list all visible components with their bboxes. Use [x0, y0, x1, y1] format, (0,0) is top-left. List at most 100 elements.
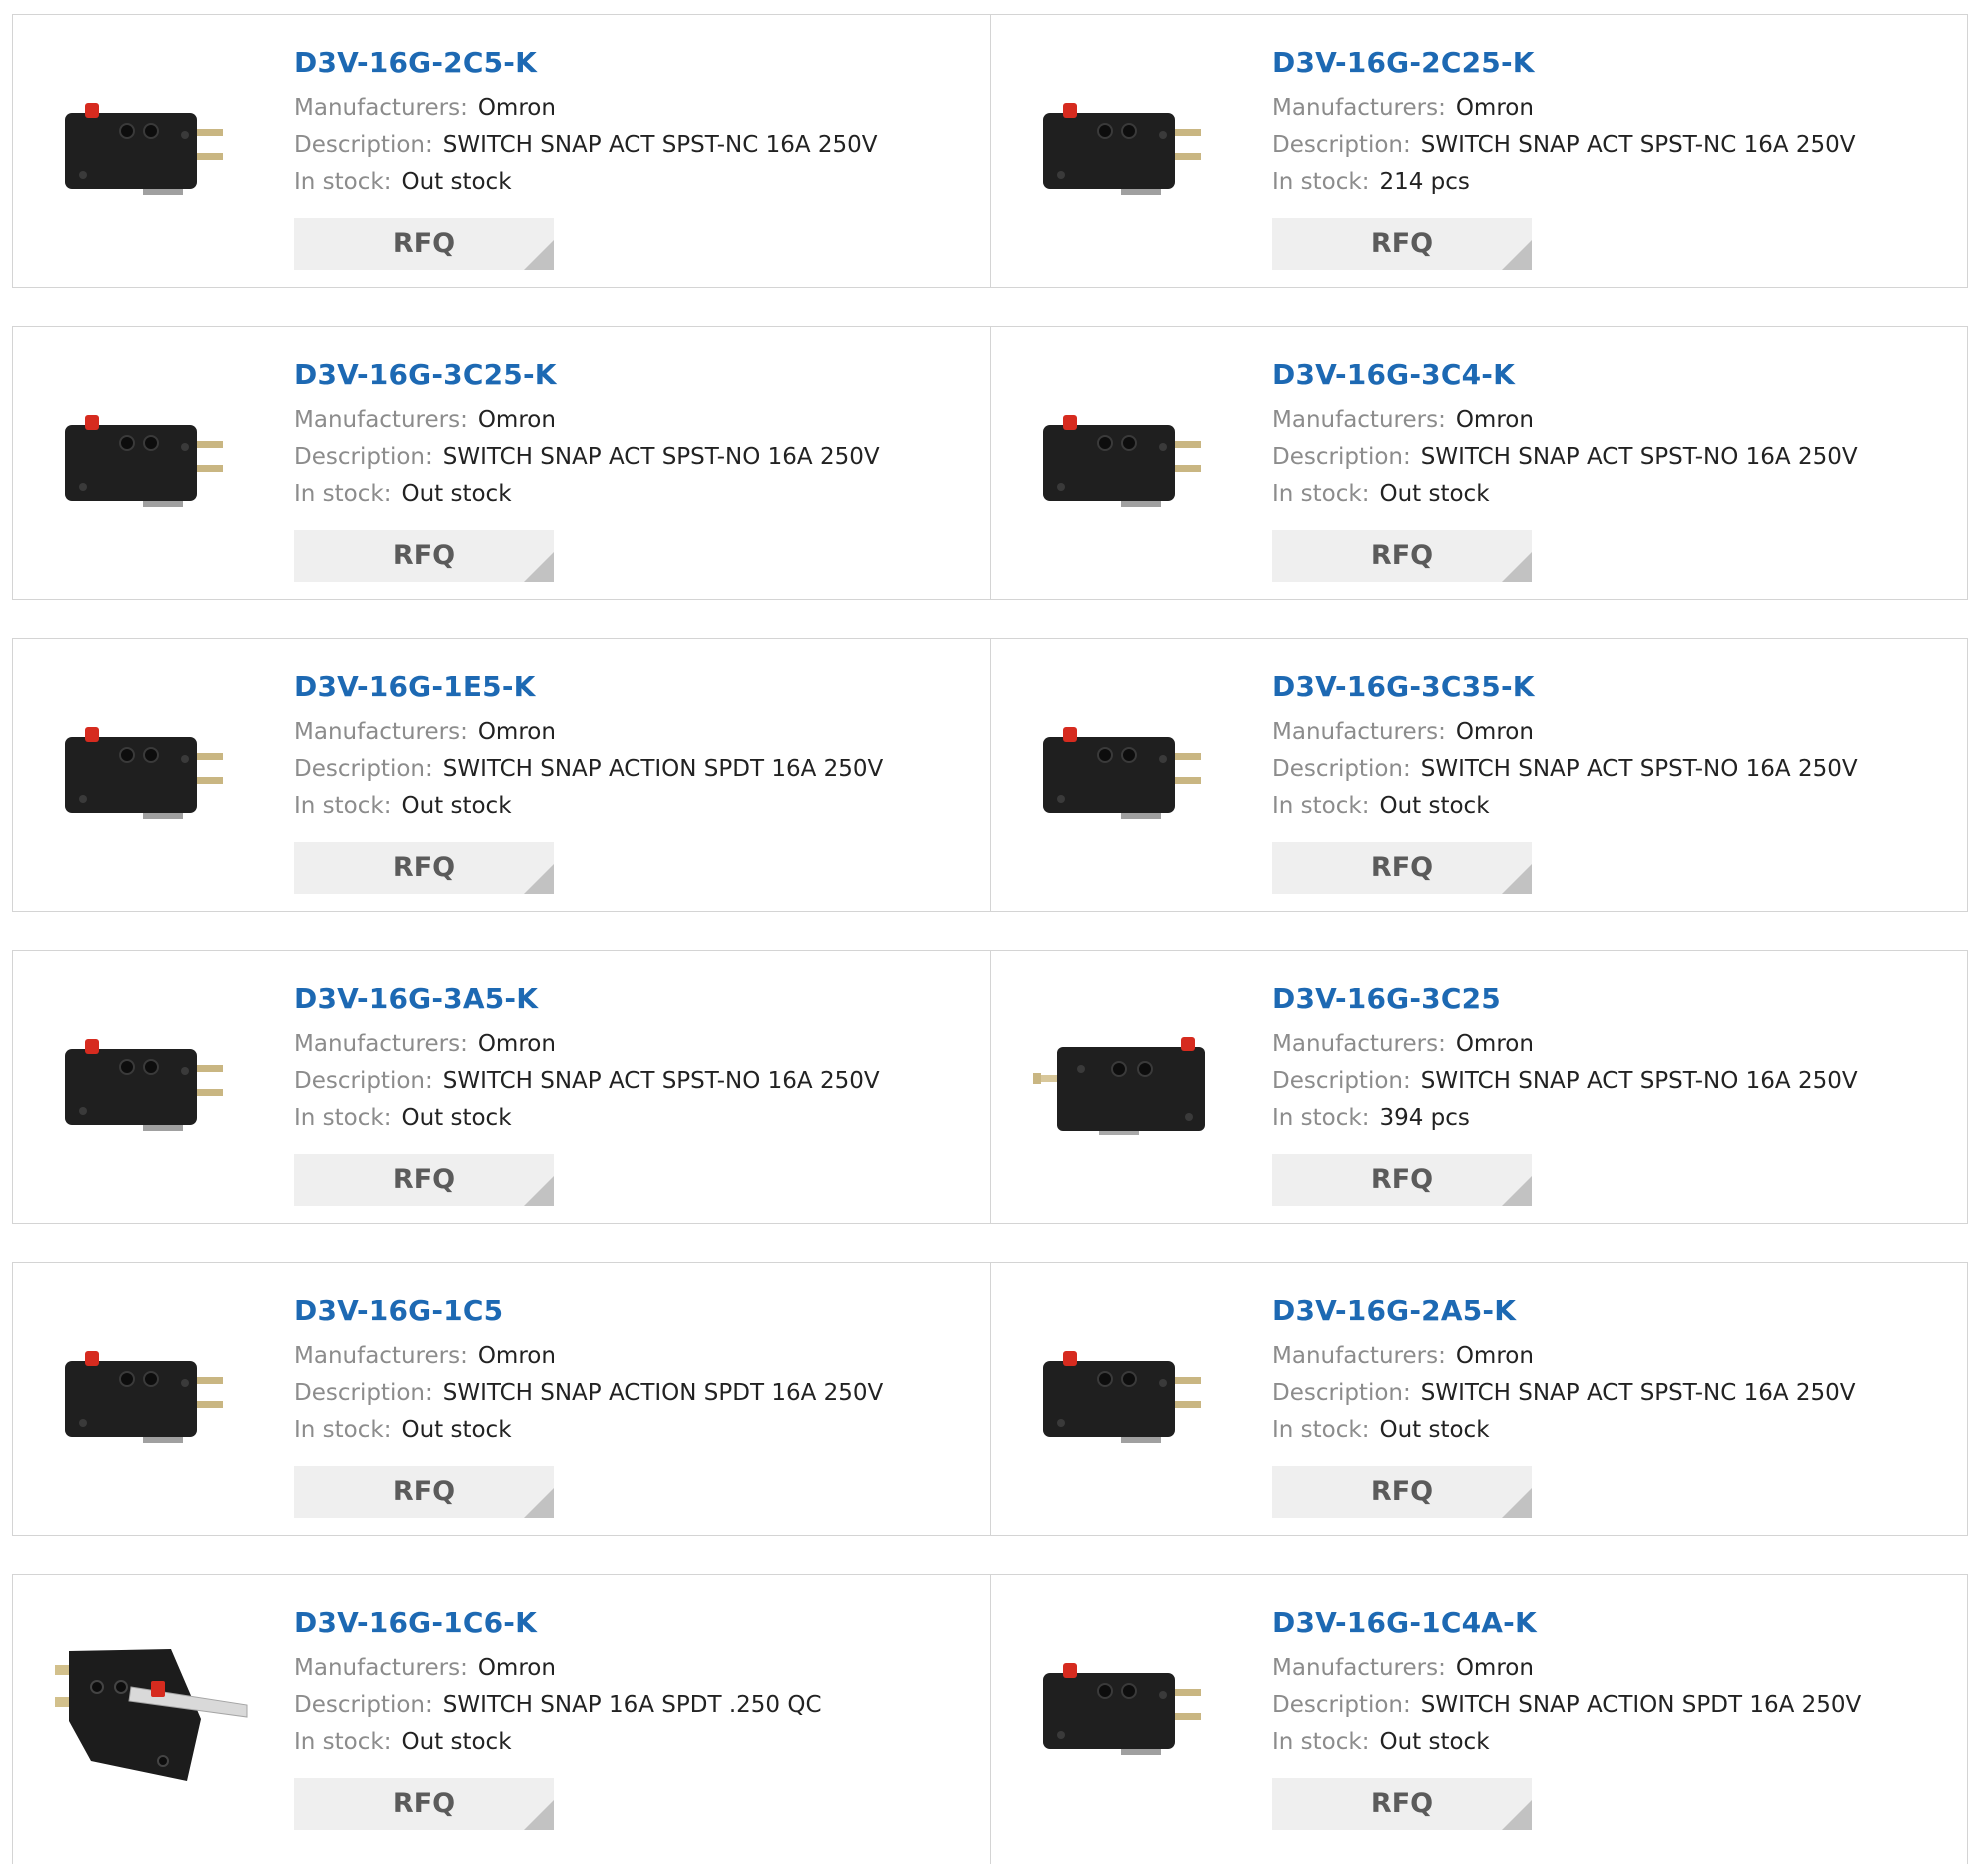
product-grid: D3V-16G-2C5-K Manufacturers: Omron Descript… — [12, 14, 1968, 1864]
rfq-label: RFQ — [392, 228, 456, 259]
product-info: D3V-16G-1C6-K Manufacturers: Omron Descript… — [294, 1603, 822, 1830]
rfq-label: RFQ — [1370, 1164, 1434, 1195]
product-info: D3V-16G-1C4A-K Manufacturers: Omron Descrip… — [1272, 1603, 1861, 1830]
manufacturer-value: Omron — [477, 95, 556, 121]
description-value: SWITCH SNAP ACT SPST-NC 16A 250V — [1420, 1380, 1856, 1406]
manufacturer-label: Manufacturers: — [294, 1343, 468, 1369]
rfq-button[interactable]: RFQ — [294, 1154, 554, 1206]
product-info: D3V-16G-1E5-K Manufacturers: Omron Descript… — [294, 667, 883, 894]
stock-row: In stock: 214 pcs — [1272, 164, 1856, 201]
rfq-button[interactable]: RFQ — [1272, 1778, 1532, 1830]
product-card: D3V-16G-1E5-K Manufacturers: Omron Descript… — [13, 639, 990, 911]
product-image[interactable] — [1029, 1299, 1229, 1499]
description-value: SWITCH SNAP ACTION SPDT 16A 250V — [442, 1380, 884, 1406]
description-label: Description: — [1272, 444, 1411, 470]
product-image[interactable] — [51, 51, 251, 251]
part-number-link[interactable]: D3V-16G-1C5 — [294, 1291, 883, 1331]
stock-label: In stock: — [294, 169, 392, 195]
description-label: Description: — [1272, 1692, 1411, 1718]
rfq-button[interactable]: RFQ — [1272, 530, 1532, 582]
description-label: Description: — [294, 1068, 433, 1094]
stock-label: In stock: — [294, 481, 392, 507]
description-value: SWITCH SNAP ACT SPST-NO 16A 250V — [442, 1068, 880, 1094]
part-number-link[interactable]: D3V-16G-1C4A-K — [1272, 1603, 1861, 1643]
stock-label: In stock: — [1272, 481, 1370, 507]
rfq-label: RFQ — [392, 852, 456, 883]
description-row: Description: SWITCH SNAP ACT SPST-NO 16A … — [1272, 751, 1858, 788]
stock-value: Out stock — [401, 481, 512, 507]
product-image[interactable] — [1029, 1611, 1229, 1811]
stock-label: In stock: — [1272, 1105, 1370, 1131]
rfq-label: RFQ — [392, 1164, 456, 1195]
manufacturer-row: Manufacturers: Omron — [1272, 1026, 1858, 1063]
product-image[interactable] — [51, 1299, 251, 1499]
rfq-button[interactable]: RFQ — [294, 530, 554, 582]
product-info: D3V-16G-3C35-K Manufacturers: Omron Descrip… — [1272, 667, 1858, 894]
stock-row: In stock: Out stock — [294, 1412, 883, 1449]
rfq-button[interactable]: RFQ — [1272, 1466, 1532, 1518]
manufacturer-row: Manufacturers: Omron — [294, 1650, 822, 1687]
stock-value: Out stock — [401, 1729, 512, 1755]
stock-label: In stock: — [1272, 793, 1370, 819]
product-card: D3V-16G-3C4-K Manufacturers: Omron Descript… — [990, 327, 1967, 599]
product-card: D3V-16G-1C5 Manufacturers: Omron Descriptio… — [13, 1263, 990, 1535]
rfq-button[interactable]: RFQ — [294, 842, 554, 894]
product-image[interactable] — [51, 363, 251, 563]
part-number-link[interactable]: D3V-16G-3C4-K — [1272, 355, 1858, 395]
product-card: D3V-16G-1C4A-K Manufacturers: Omron Descrip… — [990, 1575, 1967, 1864]
rfq-button[interactable]: RFQ — [1272, 1154, 1532, 1206]
product-image[interactable] — [1029, 363, 1229, 563]
part-number-link[interactable]: D3V-16G-3C25 — [1272, 979, 1858, 1019]
part-number-link[interactable]: D3V-16G-1C6-K — [294, 1603, 822, 1643]
manufacturer-row: Manufacturers: Omron — [1272, 1338, 1856, 1375]
manufacturer-label: Manufacturers: — [294, 719, 468, 745]
product-image[interactable] — [1029, 987, 1229, 1187]
corner-triangle-icon — [524, 1176, 554, 1206]
part-number-link[interactable]: D3V-16G-2A5-K — [1272, 1291, 1856, 1331]
rfq-button[interactable]: RFQ — [294, 1778, 554, 1830]
corner-triangle-icon — [524, 552, 554, 582]
part-number-link[interactable]: D3V-16G-1E5-K — [294, 667, 883, 707]
corner-triangle-icon — [1502, 552, 1532, 582]
description-value: SWITCH SNAP 16A SPDT .250 QC — [442, 1692, 822, 1718]
product-image[interactable] — [1029, 51, 1229, 251]
corner-triangle-icon — [1502, 864, 1532, 894]
rfq-button[interactable]: RFQ — [294, 1466, 554, 1518]
part-number-link[interactable]: D3V-16G-3C35-K — [1272, 667, 1858, 707]
product-info: D3V-16G-2C5-K Manufacturers: Omron Descript… — [294, 43, 878, 270]
description-label: Description: — [294, 1380, 433, 1406]
manufacturer-row: Manufacturers: Omron — [294, 1338, 883, 1375]
description-value: SWITCH SNAP ACT SPST-NO 16A 250V — [1420, 756, 1858, 782]
description-row: Description: SWITCH SNAP ACTION SPDT 16A … — [294, 1375, 883, 1412]
stock-label: In stock: — [294, 1417, 392, 1443]
manufacturer-value: Omron — [477, 1655, 556, 1681]
description-value: SWITCH SNAP ACT SPST-NC 16A 250V — [1420, 132, 1856, 158]
product-info: D3V-16G-3C25-K Manufacturers: Omron Descrip… — [294, 355, 880, 582]
rfq-button[interactable]: RFQ — [1272, 842, 1532, 894]
manufacturer-value: Omron — [477, 719, 556, 745]
rfq-button[interactable]: RFQ — [1272, 218, 1532, 270]
product-row: D3V-16G-1E5-K Manufacturers: Omron Descript… — [12, 638, 1968, 912]
part-number-link[interactable]: D3V-16G-2C25-K — [1272, 43, 1856, 83]
description-row: Description: SWITCH SNAP ACT SPST-NC 16A … — [294, 127, 878, 164]
description-row: Description: SWITCH SNAP ACT SPST-NO 16A … — [294, 1063, 880, 1100]
rfq-label: RFQ — [392, 540, 456, 571]
description-value: SWITCH SNAP ACT SPST-NO 16A 250V — [1420, 1068, 1858, 1094]
part-number-link[interactable]: D3V-16G-3A5-K — [294, 979, 880, 1019]
stock-label: In stock: — [294, 1729, 392, 1755]
manufacturer-label: Manufacturers: — [294, 407, 468, 433]
product-image[interactable] — [51, 987, 251, 1187]
stock-value: Out stock — [401, 793, 512, 819]
description-value: SWITCH SNAP ACTION SPDT 16A 250V — [442, 756, 884, 782]
manufacturer-row: Manufacturers: Omron — [294, 90, 878, 127]
rfq-label: RFQ — [1370, 540, 1434, 571]
part-number-link[interactable]: D3V-16G-2C5-K — [294, 43, 878, 83]
product-info: D3V-16G-3C25 Manufacturers: Omron Descripti… — [1272, 979, 1858, 1206]
manufacturer-row: Manufacturers: Omron — [294, 1026, 880, 1063]
product-image[interactable] — [51, 675, 251, 875]
part-number-link[interactable]: D3V-16G-3C25-K — [294, 355, 880, 395]
product-info: D3V-16G-2C25-K Manufacturers: Omron Descrip… — [1272, 43, 1856, 270]
rfq-button[interactable]: RFQ — [294, 218, 554, 270]
product-image[interactable] — [1029, 675, 1229, 875]
product-image[interactable] — [51, 1611, 251, 1811]
